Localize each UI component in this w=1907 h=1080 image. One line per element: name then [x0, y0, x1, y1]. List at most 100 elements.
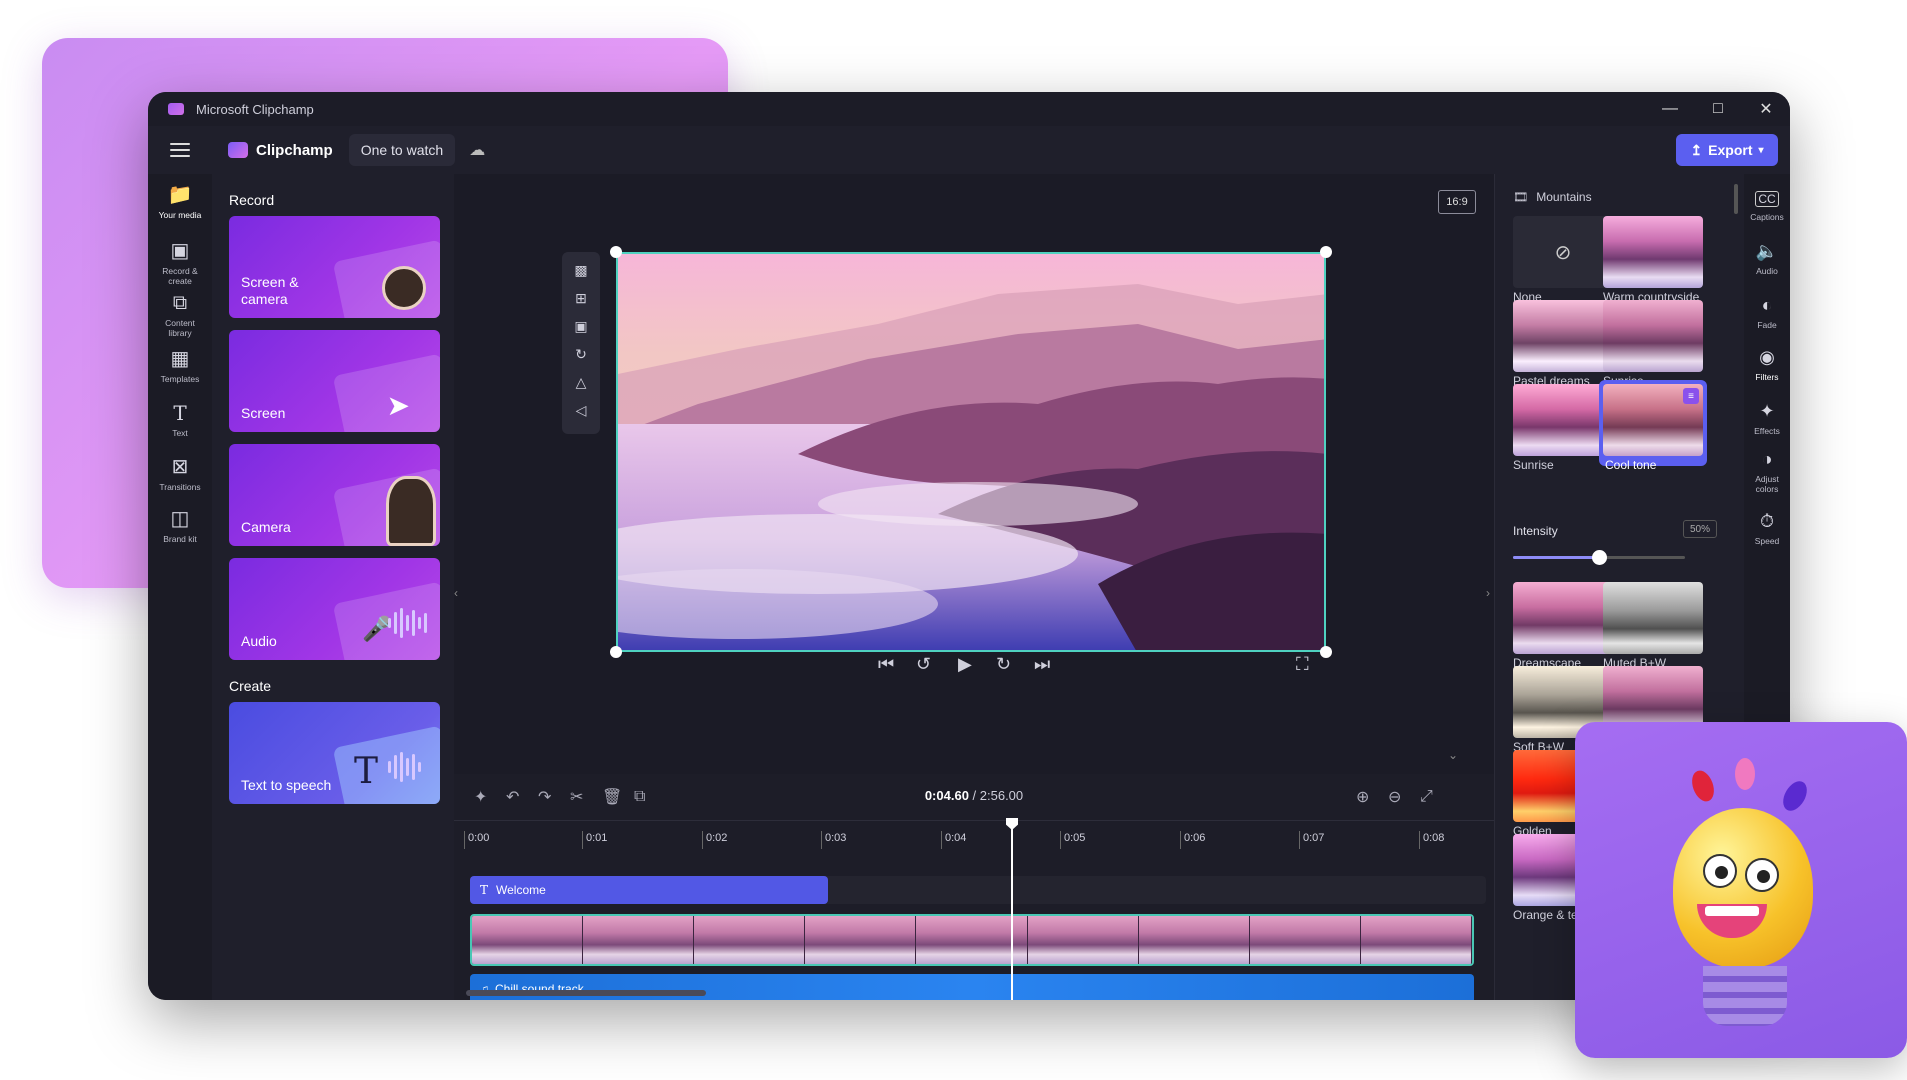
rotate-icon[interactable]: ↻ [575, 344, 587, 364]
film-icon: 🎞 [1513, 190, 1529, 204]
collapse-left-icon[interactable]: ‹ [454, 586, 458, 600]
nav-label: Templates [160, 374, 200, 384]
aspect-ratio-button[interactable]: 16:9 [1438, 190, 1476, 214]
fullscreen-icon[interactable]: ⛶ [1296, 654, 1309, 675]
audio-clip[interactable]: ♫ Chill sound track [470, 974, 1474, 1000]
upload-icon: ↥ [1690, 141, 1703, 158]
waveform-icon [388, 608, 430, 638]
nav-speed[interactable]: ⏱ Speed [1744, 510, 1790, 546]
nav-adjust-colors[interactable]: ◑ Adjust colors [1744, 448, 1790, 494]
tile-audio[interactable]: 🎤 Audio [229, 558, 440, 660]
collapse-right-icon[interactable]: › [1486, 586, 1490, 600]
collapse-timeline-icon[interactable]: ⌄ [1448, 748, 1458, 762]
brand-name: Clipchamp [256, 141, 333, 159]
project-name[interactable]: One to watch [348, 134, 456, 166]
filters-scrollbar[interactable] [1734, 184, 1738, 214]
tile-screen[interactable]: ➤ Screen [229, 330, 440, 432]
video-frame [1138, 916, 1250, 964]
nav-transitions[interactable]: ⊠ Transitions [148, 456, 212, 492]
menu-icon[interactable] [170, 143, 190, 157]
app-icon [168, 103, 184, 115]
resize-handle[interactable] [1320, 246, 1332, 258]
tile-label: Screen & camera [241, 274, 299, 307]
nav-templates[interactable]: ▦ Templates [148, 348, 212, 384]
maximize-icon[interactable]: □ [1694, 92, 1742, 126]
total-time: / 2:56.00 [972, 788, 1024, 803]
filter-sunrise[interactable] [1603, 300, 1703, 372]
resize-handle[interactable] [610, 246, 622, 258]
intensity-slider[interactable] [1513, 550, 1685, 565]
left-nav: 📁 Your media ▣ Record & create ⧉ Content… [148, 174, 212, 1000]
filter-cool-tone[interactable]: ≡ [1603, 384, 1703, 456]
filter-sunrise-2[interactable] [1513, 384, 1613, 456]
close-icon[interactable]: ✕ [1742, 92, 1790, 126]
nav-content-library[interactable]: ⧉ Content library [148, 292, 212, 338]
tile-screen-camera[interactable]: Screen & camera [229, 216, 440, 318]
ruler-tick: 0:03 [821, 831, 846, 849]
nav-label: Text [172, 428, 188, 438]
record-heading: Record [229, 192, 275, 208]
filters-heading: 🎞 Mountains [1513, 190, 1592, 204]
filter-none[interactable]: ⊘ [1513, 216, 1613, 288]
window-controls: — □ ✕ [1646, 92, 1790, 126]
ruler-tick: 0:02 [702, 831, 727, 849]
app-window: Microsoft Clipchamp — □ ✕ Clipchamp One … [148, 92, 1790, 1000]
forward-5-icon[interactable]: ↻ [996, 654, 1011, 675]
slider-knob[interactable] [1592, 550, 1607, 565]
nav-fade[interactable]: ◐ Fade [1744, 294, 1790, 330]
fit-icon[interactable]: ▩ [574, 260, 587, 280]
video-frame [1249, 916, 1361, 964]
nav-record-create[interactable]: ▣ Record & create [148, 240, 212, 286]
tile-camera[interactable]: Camera [229, 444, 440, 546]
filter-label: Orange & te [1513, 908, 1578, 922]
nav-effects[interactable]: ✦ Effects [1744, 400, 1790, 436]
video-frame [1027, 916, 1139, 964]
video-preview[interactable] [616, 252, 1326, 652]
cloud-sync-icon[interactable]: ☁ [469, 140, 485, 160]
library-icon: ⧉ [172, 292, 188, 314]
nav-label: Brand kit [163, 534, 197, 544]
skip-back-icon[interactable]: ⏮ [878, 654, 894, 675]
window-title: Microsoft Clipchamp [196, 101, 314, 117]
nav-filters[interactable]: ◉ Filters [1744, 346, 1790, 382]
nav-label: Speed [1754, 536, 1780, 546]
timecode: 0:04.60 / 2:56.00 [454, 788, 1494, 803]
video-clip[interactable] [470, 914, 1474, 966]
playback-controls: ⏮ ↺ ▶ ↻ ⏭ ⛶ [454, 654, 1494, 678]
flip-vertical-icon[interactable]: ◁ [576, 400, 587, 420]
video-frame [583, 916, 695, 964]
tile-text-to-speech[interactable]: T Text to speech [229, 702, 440, 804]
intensity-value[interactable]: 50% [1683, 520, 1717, 538]
nav-captions[interactable]: CC Captions [1744, 186, 1790, 222]
play-icon[interactable]: ▶ [958, 654, 972, 675]
text-clip[interactable]: T Welcome [470, 876, 828, 904]
playhead[interactable] [1011, 818, 1013, 1000]
spark-decoration [1735, 758, 1755, 790]
crop-icon[interactable]: ⊞ [575, 288, 587, 308]
folder-icon: 📁 [167, 184, 193, 206]
nav-text[interactable]: T Text [148, 402, 212, 438]
nav-label: Audio [1756, 266, 1778, 276]
filter-muted-bw[interactable] [1603, 582, 1703, 654]
flip-horizontal-icon[interactable]: △ [576, 372, 587, 392]
nav-brand-kit[interactable]: ◫ Brand kit [148, 508, 212, 544]
nav-label: Transitions [159, 482, 201, 492]
filter-dreamscape[interactable] [1513, 582, 1613, 654]
top-bar: Clipchamp One to watch ☁ ↥ Export ▾ [148, 126, 1790, 174]
pip-icon[interactable]: ▣ [574, 316, 587, 336]
waveform-icon [388, 752, 430, 782]
timeline-scrollbar[interactable] [466, 990, 706, 996]
nav-your-media[interactable]: 📁 Your media [148, 184, 212, 220]
rewind-5-icon[interactable]: ↺ [916, 654, 931, 675]
mountain-landscape-image [618, 254, 1324, 650]
nav-audio[interactable]: 🔈 Audio [1744, 240, 1790, 276]
video-frame [694, 916, 806, 964]
filter-warm-countryside[interactable] [1603, 216, 1703, 288]
time-ruler[interactable]: 0:00 0:01 0:02 0:03 0:04 0:05 0:06 0:07 … [454, 820, 1494, 854]
settings-sliders-icon[interactable]: ≡ [1683, 388, 1699, 404]
minimize-icon[interactable]: — [1646, 92, 1694, 126]
skip-forward-icon[interactable]: ⏭ [1034, 654, 1050, 675]
media-panel: Record Screen & camera ➤ Screen Camera 🎤… [212, 174, 454, 1000]
export-button[interactable]: ↥ Export ▾ [1676, 134, 1778, 166]
filter-pastel-dreams[interactable] [1513, 300, 1613, 372]
